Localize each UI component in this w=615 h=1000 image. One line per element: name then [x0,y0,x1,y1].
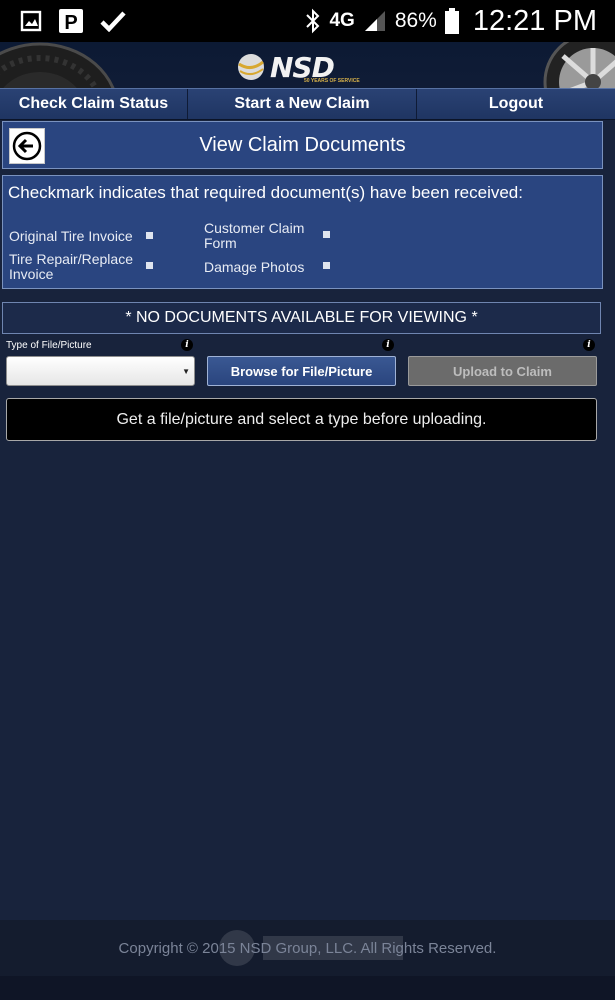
upload-info-icon[interactable]: i [583,339,595,351]
browse-info-icon[interactable]: i [382,339,394,351]
upload-instruction-message: Get a file/picture and select a type bef… [6,398,597,441]
checklist-item-label: Damage Photos [204,259,305,275]
checklist-item-tire-repair-replace-invoice: Tire Repair/Replace Invoice [9,252,133,282]
required-documents-panel: Checkmark indicates that required docume… [2,175,603,289]
checklist-item-damage-photos: Damage Photos [204,260,304,275]
no-documents-message: * NO DOCUMENTS AVAILABLE FOR VIEWING * [2,302,601,334]
file-type-info-icon[interactable]: i [181,339,193,351]
checkbox-customer-claim-form [323,231,330,238]
tire-banner-left-image [0,42,120,88]
copyright-text: Copyright © 2015 NSD Group, LLC. All Rig… [118,939,497,957]
main-nav: Check Claim Status Start a New Claim Log… [0,88,615,120]
browse-file-button[interactable]: Browse for File/Picture [207,356,396,386]
parking-notification-icon: P [58,8,84,34]
network-type-label: 4G [329,10,355,31]
checklist-item-label-cont: Form [204,235,237,251]
gallery-notification-icon [20,10,42,32]
signal-strength-icon [363,9,387,33]
page-title-bar: View Claim Documents [2,121,603,169]
checkbox-original-tire-invoice [146,232,153,239]
checklist-item-customer-claim-form: Customer Claim Form [204,221,304,251]
nav-check-claim-status[interactable]: Check Claim Status [0,89,188,119]
checklist-item-label: Original Tire Invoice [9,228,133,244]
dropdown-arrow-icon: ▼ [182,367,190,376]
back-button[interactable] [9,128,45,164]
battery-percent: 86% [394,9,437,32]
back-arrow-icon [12,131,42,161]
clock: 12:21 PM [472,4,597,37]
checkbox-tire-repair-replace-invoice [146,262,153,269]
nsd-logo[interactable]: NSD 50 YEARS OF SERVICE [236,48,360,86]
checklist-header: Checkmark indicates that required docume… [8,183,523,202]
logo-tagline: 50 YEARS OF SERVICE [304,78,360,84]
checkmark-notification-icon [100,10,126,32]
nav-logout[interactable]: Logout [417,89,615,119]
upload-to-claim-button[interactable]: Upload to Claim [408,356,597,386]
battery-icon [444,8,459,34]
logo-globe-icon [238,54,264,80]
nav-start-new-claim[interactable]: Start a New Claim [188,89,417,119]
file-type-label: Type of File/Picture [6,340,92,351]
bottom-edge [0,976,615,1000]
checklist-item-label: Customer Claim [204,220,305,236]
checklist-item-label-cont: Invoice [9,266,54,282]
checklist-item-label: Tire Repair/Replace [9,251,133,267]
file-type-select[interactable]: ▼ [6,356,195,386]
page-title: View Claim Documents [199,133,406,156]
status-bar: P 4G 86% 12:21 PM [0,0,615,42]
footer: Copyright © 2015 NSD Group, LLC. All Rig… [0,920,615,976]
checklist-item-original-tire-invoice: Original Tire Invoice [9,229,133,244]
bluetooth-icon [305,8,321,34]
tire-banner-right-image [533,42,615,88]
checkbox-damage-photos [323,262,330,269]
svg-text:P: P [64,12,77,34]
app-header: NSD 50 YEARS OF SERVICE [0,42,615,88]
